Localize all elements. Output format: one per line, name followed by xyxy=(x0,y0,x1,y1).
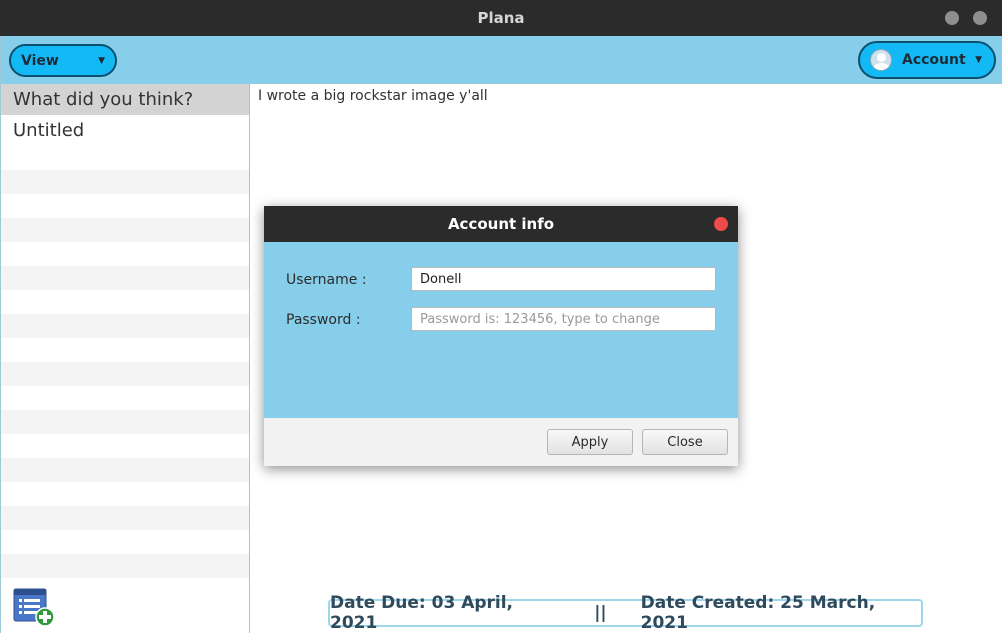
username-label: Username : xyxy=(286,272,367,288)
note-list-item[interactable]: Untitled xyxy=(1,115,249,146)
dialog-titlebar: Account info xyxy=(264,206,738,242)
password-label: Password : xyxy=(286,312,361,328)
chevron-down-icon: ▼ xyxy=(975,55,982,65)
empty-row xyxy=(1,506,249,530)
empty-row xyxy=(1,314,249,338)
dialog-footer: Apply Close xyxy=(264,418,738,466)
account-menu-button[interactable]: Account ▼ xyxy=(858,41,996,79)
empty-row xyxy=(1,194,249,218)
date-separator: || xyxy=(594,603,607,623)
window-title: Plana xyxy=(477,9,525,27)
sidebar-header: View ▼ xyxy=(1,36,249,84)
empty-row xyxy=(1,362,249,386)
dialog-title: Account info xyxy=(447,215,555,233)
empty-row xyxy=(1,218,249,242)
empty-row xyxy=(1,554,249,578)
dialog-body: Username : Password : xyxy=(264,242,738,418)
view-button-label: View xyxy=(21,52,59,69)
empty-row xyxy=(1,458,249,482)
chevron-down-icon: ▼ xyxy=(98,56,105,66)
window-titlebar: Plana xyxy=(0,0,1002,36)
empty-row xyxy=(1,530,249,554)
add-note-icon[interactable] xyxy=(13,587,55,627)
username-field[interactable] xyxy=(411,267,716,291)
empty-row xyxy=(1,290,249,314)
account-button-label: Account xyxy=(902,52,966,68)
empty-row xyxy=(1,146,249,170)
empty-row xyxy=(1,266,249,290)
view-menu-button[interactable]: View ▼ xyxy=(9,44,117,77)
minimize-button[interactable] xyxy=(945,11,959,25)
sidebar: View ▼ What did you think? Untitled xyxy=(0,36,250,633)
empty-row xyxy=(1,434,249,458)
close-window-button[interactable] xyxy=(973,11,987,25)
apply-button[interactable]: Apply xyxy=(547,429,633,455)
note-list: What did you think? Untitled xyxy=(1,84,249,578)
account-info-dialog: Account info Username : Password : Apply… xyxy=(264,206,738,466)
password-field[interactable] xyxy=(411,307,716,331)
empty-row xyxy=(1,482,249,506)
dialog-close-icon[interactable] xyxy=(714,217,728,231)
date-bar: Date Due: 03 April, 2021 || Date Created… xyxy=(328,593,923,633)
main-header: Account ▼ xyxy=(250,36,1002,84)
empty-row xyxy=(1,338,249,362)
empty-row xyxy=(1,410,249,434)
note-list-item[interactable]: What did you think? xyxy=(1,84,249,115)
note-editor[interactable]: I wrote a big rockstar image y'all xyxy=(258,88,998,104)
empty-row xyxy=(1,386,249,410)
close-button[interactable]: Close xyxy=(642,429,728,455)
avatar-icon xyxy=(870,49,892,71)
date-due: Date Due: 03 April, 2021 xyxy=(330,593,514,633)
empty-row xyxy=(1,170,249,194)
empty-row xyxy=(1,242,249,266)
date-created: Date Created: 25 March, 2021 xyxy=(640,593,876,633)
